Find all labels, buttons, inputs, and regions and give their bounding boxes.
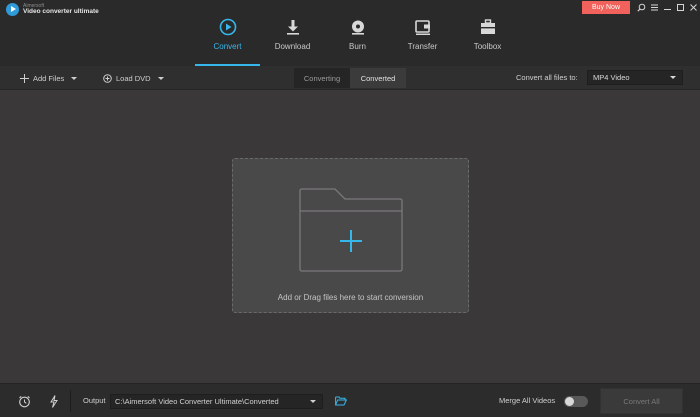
chevron-down-icon: [310, 400, 316, 403]
tab-transfer[interactable]: Transfer: [390, 0, 455, 66]
convert-all-to-label: Convert all files to:: [516, 73, 578, 82]
tab-convert-label: Convert: [213, 42, 242, 51]
convert-icon: [219, 18, 237, 36]
tab-burn[interactable]: Burn: [325, 0, 390, 66]
conversion-tabs: Converting Converted: [294, 68, 406, 88]
tab-transfer-label: Transfer: [407, 42, 438, 51]
output-label: Output: [83, 396, 106, 405]
output-format-select[interactable]: MP4 Video: [587, 70, 683, 85]
drop-zone-hint: Add or Drag files here to start conversi…: [277, 293, 424, 302]
merge-all-label: Merge All Videos: [499, 396, 556, 405]
burn-icon: [349, 18, 367, 36]
transfer-icon: [414, 18, 432, 36]
tab-converted[interactable]: Converted: [350, 68, 406, 88]
menu-icon[interactable]: [648, 1, 661, 14]
module-nav: Convert Download Burn Transfer Toolbox: [195, 0, 520, 66]
tab-convert[interactable]: Convert: [195, 0, 260, 66]
toolbar: Add Files Load DVD Converting Converted …: [0, 66, 700, 90]
brand: Aimersoft Video converter ultimate: [6, 3, 99, 16]
output-path-value: C:\Aimersoft Video Converter Ultimate\Co…: [115, 397, 279, 406]
tab-download-label: Download: [274, 42, 311, 51]
chevron-down-icon: [670, 76, 676, 79]
output-format-value: MP4 Video: [593, 73, 630, 82]
tab-toolbox-label: Toolbox: [473, 42, 502, 51]
chevron-down-icon[interactable]: [71, 76, 78, 80]
add-files-label: Add Files: [33, 73, 65, 83]
output-path-select[interactable]: C:\Aimersoft Video Converter Ultimate\Co…: [110, 394, 323, 409]
bottom-bar: Output C:\Aimersoft Video Converter Ulti…: [0, 383, 700, 417]
close-icon[interactable]: [687, 1, 700, 14]
divider: [70, 390, 71, 412]
load-dvd-button[interactable]: Load DVD: [103, 66, 164, 90]
alarm-clock-icon[interactable]: [17, 394, 31, 408]
toolbox-icon: [479, 18, 497, 36]
add-files-button[interactable]: Add Files: [20, 66, 78, 90]
drop-zone[interactable]: Add or Drag files here to start conversi…: [232, 158, 469, 313]
minimize-icon[interactable]: [661, 1, 674, 14]
toggle-knob: [565, 397, 574, 406]
buy-now-button[interactable]: Buy Now: [582, 0, 630, 14]
convert-all-button[interactable]: Convert All: [600, 388, 683, 414]
chevron-down-icon[interactable]: [157, 76, 164, 80]
search-icon[interactable]: [635, 1, 648, 14]
window-controls: Buy Now: [582, 0, 700, 14]
app-logo-icon: [6, 3, 19, 16]
plus-icon: [20, 73, 29, 83]
load-dvd-label: Load DVD: [116, 73, 151, 83]
tab-download[interactable]: Download: [260, 0, 325, 66]
merge-all-toggle[interactable]: [564, 396, 588, 407]
download-icon: [284, 18, 302, 36]
lightning-icon[interactable]: [47, 394, 61, 408]
tab-burn-label: Burn: [349, 42, 366, 51]
dvd-icon: [103, 73, 112, 83]
tab-toolbox[interactable]: Toolbox: [455, 0, 520, 66]
brand-product: Video converter ultimate: [23, 7, 99, 15]
maximize-icon[interactable]: [674, 1, 687, 14]
open-folder-icon[interactable]: [334, 394, 348, 408]
tab-converting[interactable]: Converting: [294, 68, 350, 88]
title-bar: Aimersoft Video converter ultimate Conve…: [0, 0, 700, 66]
add-folder-icon: [299, 188, 403, 272]
